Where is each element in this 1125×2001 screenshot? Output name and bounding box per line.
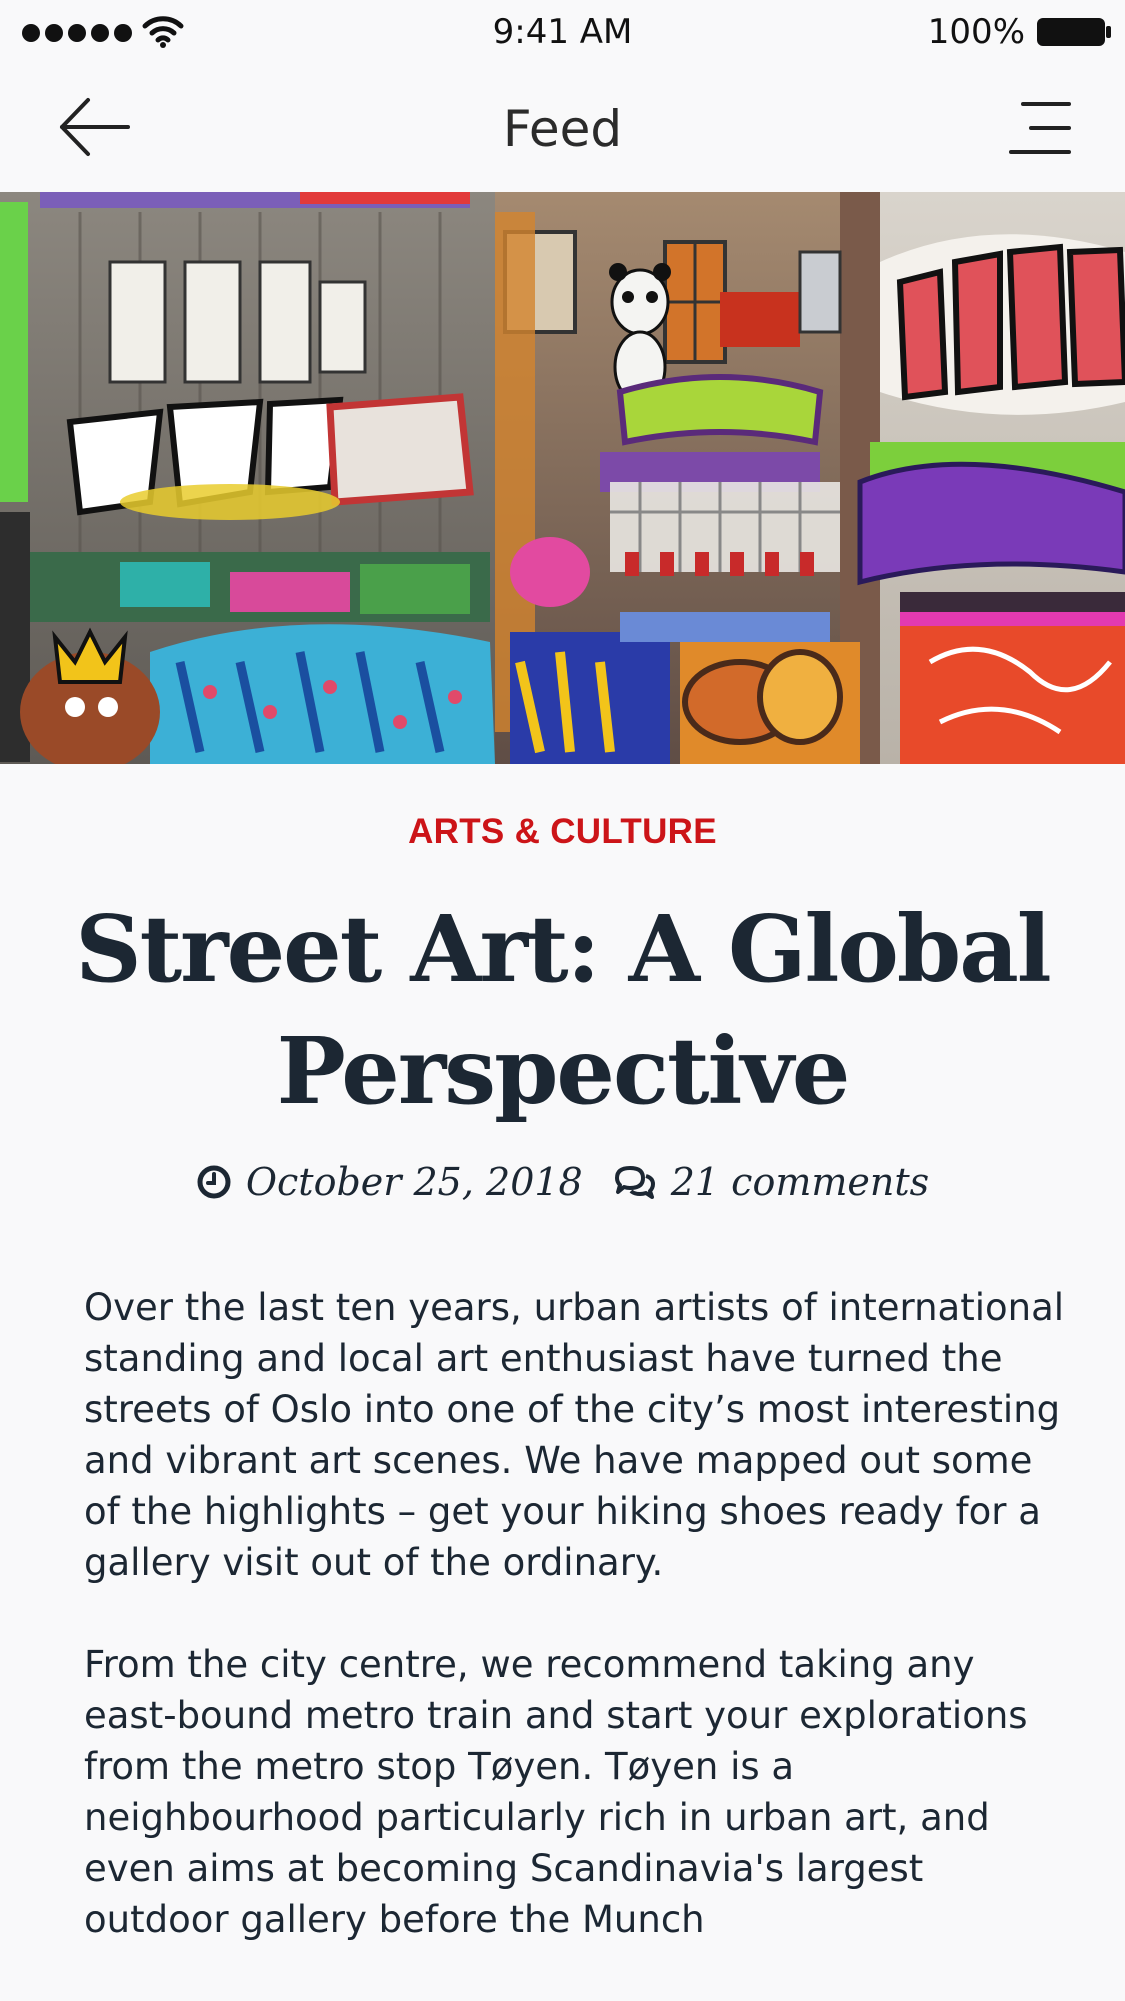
navigation-bar: Feed	[0, 64, 1125, 192]
nav-title: Feed	[502, 100, 623, 158]
article-title: Street Art: A Global Perspective	[75, 895, 1052, 1125]
article-body: Over the last ten years, urban artists o…	[84, 1282, 1074, 1996]
article-paragraph: From the city centre, we recommend takin…	[84, 1643, 1028, 1941]
article-paragraph: Over the last ten years, urban artists o…	[84, 1286, 1065, 1584]
article-comments-text: 21 comments	[670, 1160, 930, 1204]
clock-icon	[197, 1165, 231, 1199]
article-date: October 25, 2018	[196, 1160, 583, 1204]
menu-icon[interactable]	[1009, 100, 1071, 156]
graffiti-street-art-photo	[0, 192, 1125, 764]
article-category[interactable]: ARTS & CULTURE	[0, 812, 1125, 852]
status-bar: 9:41 AM 100%	[0, 0, 1125, 64]
article-meta: October 25, 2018 21 comments	[0, 1160, 1125, 1204]
article-comments[interactable]: 21 comments	[613, 1160, 929, 1204]
battery-percentage: 100%	[927, 12, 1025, 52]
hero-image	[0, 192, 1125, 764]
article-date-text: October 25, 2018	[245, 1160, 583, 1204]
battery-icon	[1037, 18, 1111, 46]
article-screen: 9:41 AM 100% Feed ARTS & CULTURE Street …	[0, 0, 1125, 2001]
comments-icon	[614, 1166, 655, 1199]
